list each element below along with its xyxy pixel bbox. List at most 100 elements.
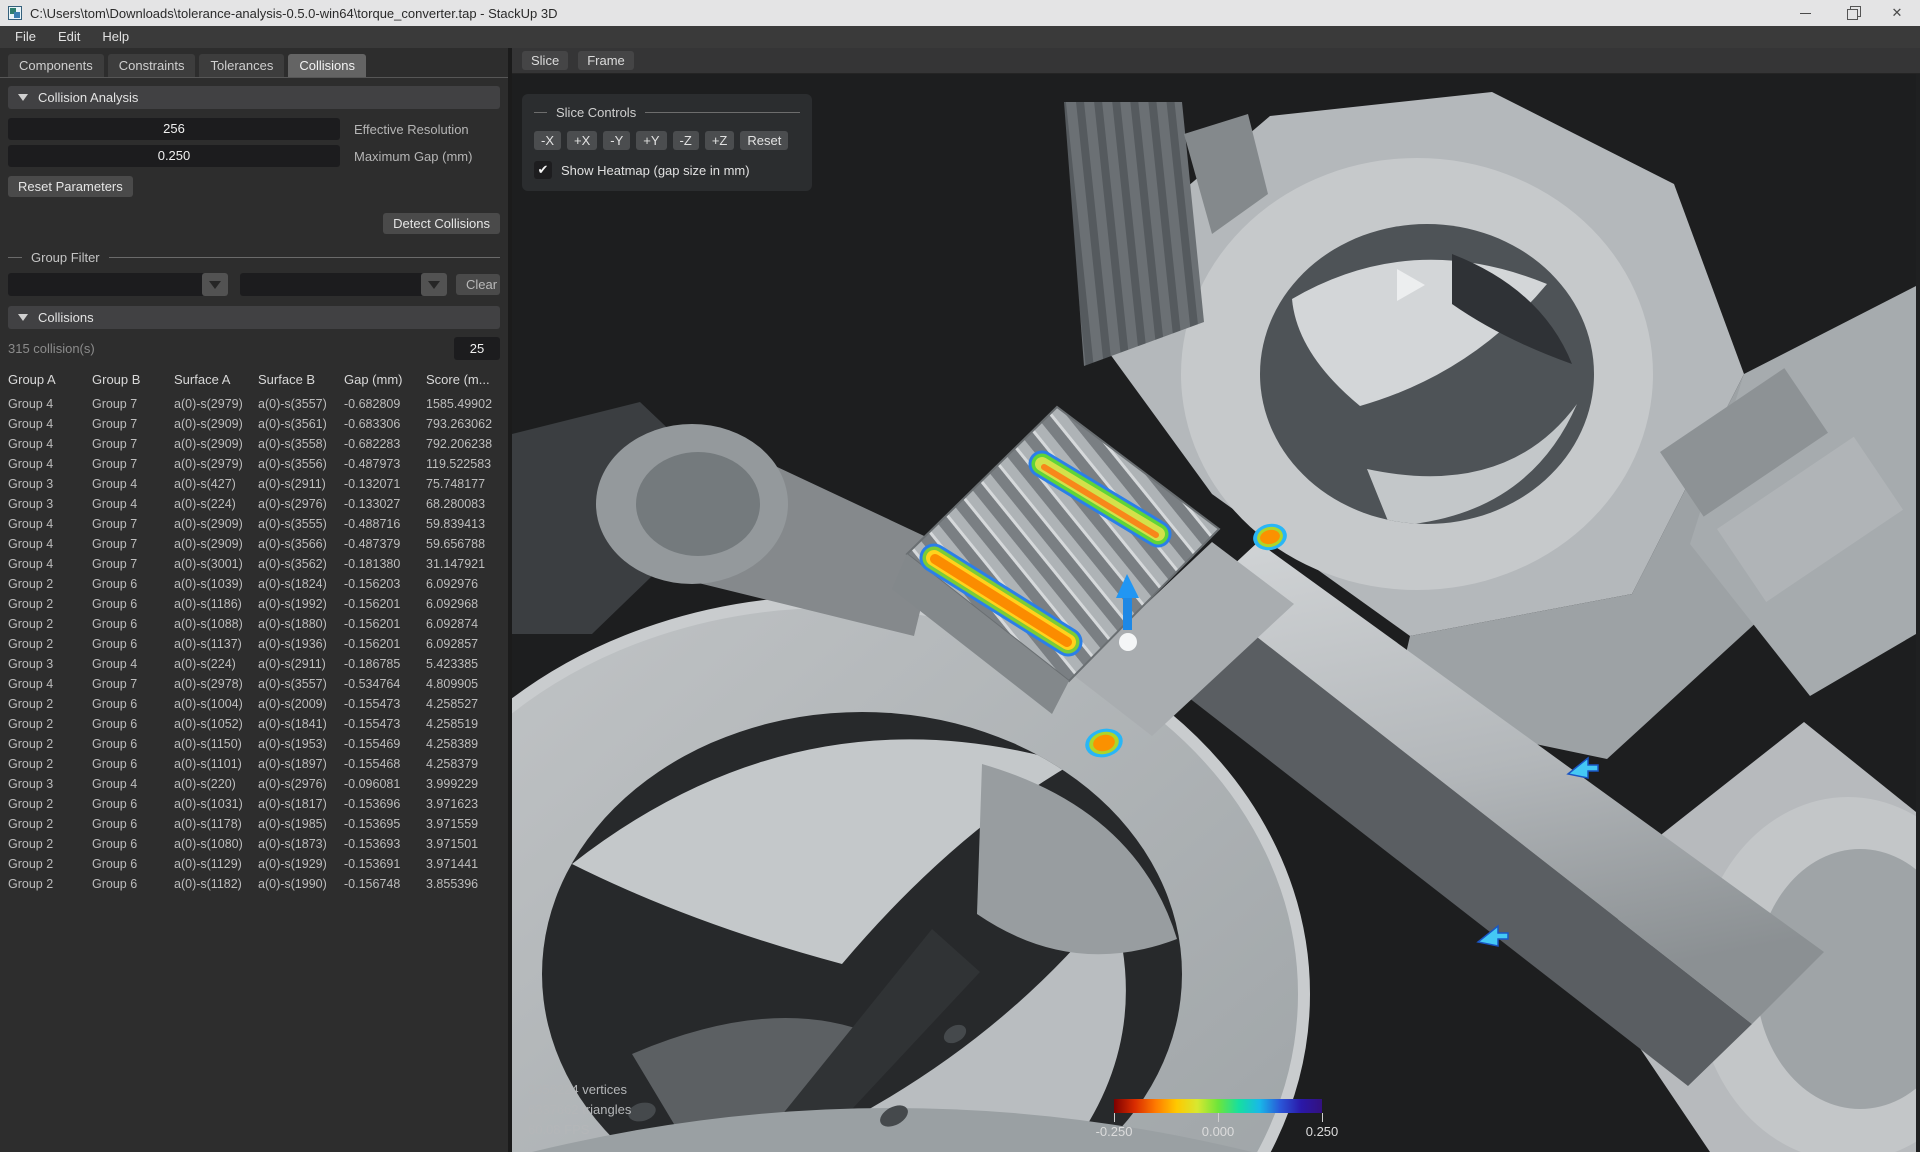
cell-group-b: Group 6 [92, 817, 174, 831]
menu-item[interactable]: File [4, 26, 47, 48]
clear-filter-button[interactable]: Clear [456, 274, 500, 295]
app-icon [8, 6, 22, 20]
table-row[interactable]: Group 2 Group 6 a(0)-s(1178) a(0)-s(1985… [0, 814, 508, 834]
panel-tab[interactable]: Tolerances [199, 54, 284, 77]
slice-button[interactable]: -Z [673, 131, 699, 150]
colorbar: -0.250 0.000 0.250 [1114, 1099, 1322, 1140]
collision-limit-input[interactable]: 25 [454, 337, 500, 360]
table-row[interactable]: Group 4 Group 7 a(0)-s(2909) a(0)-s(3558… [0, 434, 508, 454]
reset-parameters-button[interactable]: Reset Parameters [8, 176, 133, 197]
table-row[interactable]: Group 2 Group 6 a(0)-s(1031) a(0)-s(1817… [0, 794, 508, 814]
table-row[interactable]: Group 4 Group 7 a(0)-s(2979) a(0)-s(3556… [0, 454, 508, 474]
table-row[interactable]: Group 2 Group 6 a(0)-s(1052) a(0)-s(1841… [0, 714, 508, 734]
slice-button[interactable]: +Y [636, 131, 666, 150]
viewport-tab[interactable]: Frame [578, 51, 634, 70]
column-header[interactable]: Group A [8, 372, 92, 387]
collision-count-row: 315 collision(s) 25 [8, 337, 500, 360]
cell-surface-a: a(0)-s(1137) [174, 637, 258, 651]
table-row[interactable]: Group 2 Group 6 a(0)-s(1186) a(0)-s(1992… [0, 594, 508, 614]
cell-gap: -0.487379 [344, 537, 426, 551]
table-row[interactable]: Group 4 Group 7 a(0)-s(3001) a(0)-s(3562… [0, 554, 508, 574]
table-row[interactable]: Group 2 Group 6 a(0)-s(1004) a(0)-s(2009… [0, 694, 508, 714]
cell-surface-b: a(0)-s(1929) [258, 857, 344, 871]
collision-analysis-header[interactable]: Collision Analysis [8, 86, 500, 109]
menu-bar: FileEditHelp [0, 26, 1920, 48]
table-row[interactable]: Group 4 Group 7 a(0)-s(2909) a(0)-s(3555… [0, 514, 508, 534]
collisions-header[interactable]: Collisions [8, 306, 500, 329]
cell-group-b: Group 4 [92, 777, 174, 791]
column-header[interactable]: Group B [92, 372, 174, 387]
table-row[interactable]: Group 2 Group 6 a(0)-s(1080) a(0)-s(1873… [0, 834, 508, 854]
cell-group-b: Group 4 [92, 477, 174, 491]
cell-group-a: Group 4 [8, 437, 92, 451]
table-row[interactable]: Group 4 Group 7 a(0)-s(2909) a(0)-s(3566… [0, 534, 508, 554]
table-row[interactable]: Group 4 Group 7 a(0)-s(2978) a(0)-s(3557… [0, 674, 508, 694]
cell-group-b: Group 6 [92, 837, 174, 851]
table-row[interactable]: Group 2 Group 6 a(0)-s(1101) a(0)-s(1897… [0, 754, 508, 774]
column-header[interactable]: Score (m... [426, 372, 508, 387]
cell-surface-a: a(0)-s(3001) [174, 557, 258, 571]
column-header[interactable]: Surface B [258, 372, 344, 387]
viewport-tab[interactable]: Slice [522, 51, 568, 70]
slice-button[interactable]: +Z [705, 131, 735, 150]
menu-item[interactable]: Edit [47, 26, 91, 48]
collision-count: 315 collision(s) [8, 341, 95, 356]
table-row[interactable]: Group 3 Group 4 a(0)-s(224) a(0)-s(2976)… [0, 494, 508, 514]
table-row[interactable]: Group 3 Group 4 a(0)-s(220) a(0)-s(2976)… [0, 774, 508, 794]
cell-surface-a: a(0)-s(1178) [174, 817, 258, 831]
table-row[interactable]: Group 3 Group 4 a(0)-s(427) a(0)-s(2911)… [0, 474, 508, 494]
cell-group-b: Group 6 [92, 637, 174, 651]
panel-tab[interactable]: Constraints [108, 54, 196, 77]
table-row[interactable]: Group 3 Group 4 a(0)-s(224) a(0)-s(2911)… [0, 654, 508, 674]
viewport-3d-model[interactable] [512, 74, 1916, 1152]
viewport-3d[interactable]: Slice Frame [512, 48, 1920, 1152]
group-filter-combo-a[interactable] [8, 273, 228, 296]
slice-button[interactable]: Reset [740, 131, 788, 150]
panel-tab[interactable]: Collisions [288, 54, 366, 77]
menu-item[interactable]: Help [91, 26, 140, 48]
table-row[interactable]: Group 4 Group 7 a(0)-s(2909) a(0)-s(3561… [0, 414, 508, 434]
cell-group-b: Group 4 [92, 497, 174, 511]
chevron-down-icon[interactable] [421, 273, 447, 296]
table-row[interactable]: Group 2 Group 6 a(0)-s(1150) a(0)-s(1953… [0, 734, 508, 754]
cell-gap: -0.153691 [344, 857, 426, 871]
panel-tab[interactable]: Components [8, 54, 104, 77]
slice-button[interactable]: -Y [603, 131, 630, 150]
cell-surface-a: a(0)-s(427) [174, 477, 258, 491]
cell-gap: -0.156748 [344, 877, 426, 891]
minimize-button[interactable] [1782, 0, 1828, 26]
combo-value [240, 273, 421, 296]
table-row[interactable]: Group 2 Group 6 a(0)-s(1182) a(0)-s(1990… [0, 874, 508, 894]
group-filter-combo-b[interactable] [240, 273, 447, 296]
cell-surface-b: a(0)-s(3566) [258, 537, 344, 551]
cell-surface-a: a(0)-s(1031) [174, 797, 258, 811]
cell-group-b: Group 6 [92, 717, 174, 731]
cell-group-b: Group 7 [92, 397, 174, 411]
slice-button[interactable]: +X [567, 131, 597, 150]
slice-button[interactable]: -X [534, 131, 561, 150]
table-row[interactable]: Group 2 Group 6 a(0)-s(1088) a(0)-s(1880… [0, 614, 508, 634]
close-button[interactable]: ✕ [1874, 0, 1920, 26]
chevron-down-icon[interactable] [202, 273, 228, 296]
column-header[interactable]: Surface A [174, 372, 258, 387]
param-input[interactable]: 256 [8, 118, 340, 140]
cell-surface-b: a(0)-s(3562) [258, 557, 344, 571]
detect-collisions-button[interactable]: Detect Collisions [383, 213, 500, 234]
cell-gap: -0.487973 [344, 457, 426, 471]
cell-gap: -0.153695 [344, 817, 426, 831]
cell-surface-b: a(0)-s(3557) [258, 677, 344, 691]
cell-group-b: Group 6 [92, 857, 174, 871]
table-row[interactable]: Group 2 Group 6 a(0)-s(1137) a(0)-s(1936… [0, 634, 508, 654]
colorbar-min: -0.250 [1096, 1124, 1133, 1139]
cell-group-a: Group 3 [8, 777, 92, 791]
table-row[interactable]: Group 2 Group 6 a(0)-s(1129) a(0)-s(1929… [0, 854, 508, 874]
table-row[interactable]: Group 4 Group 7 a(0)-s(2979) a(0)-s(3557… [0, 394, 508, 414]
slice-buttons: -X +X -Y +Y -Z +Z Reset [534, 131, 800, 150]
column-header[interactable]: Gap (mm) [344, 372, 426, 387]
cell-surface-b: a(0)-s(1936) [258, 637, 344, 651]
param-input[interactable]: 0.250 [8, 145, 340, 167]
table-row[interactable]: Group 2 Group 6 a(0)-s(1039) a(0)-s(1824… [0, 574, 508, 594]
heatmap-checkbox[interactable]: ✔ [534, 161, 552, 179]
cell-score: 119.522583 [426, 457, 508, 471]
restore-button[interactable] [1828, 0, 1874, 26]
